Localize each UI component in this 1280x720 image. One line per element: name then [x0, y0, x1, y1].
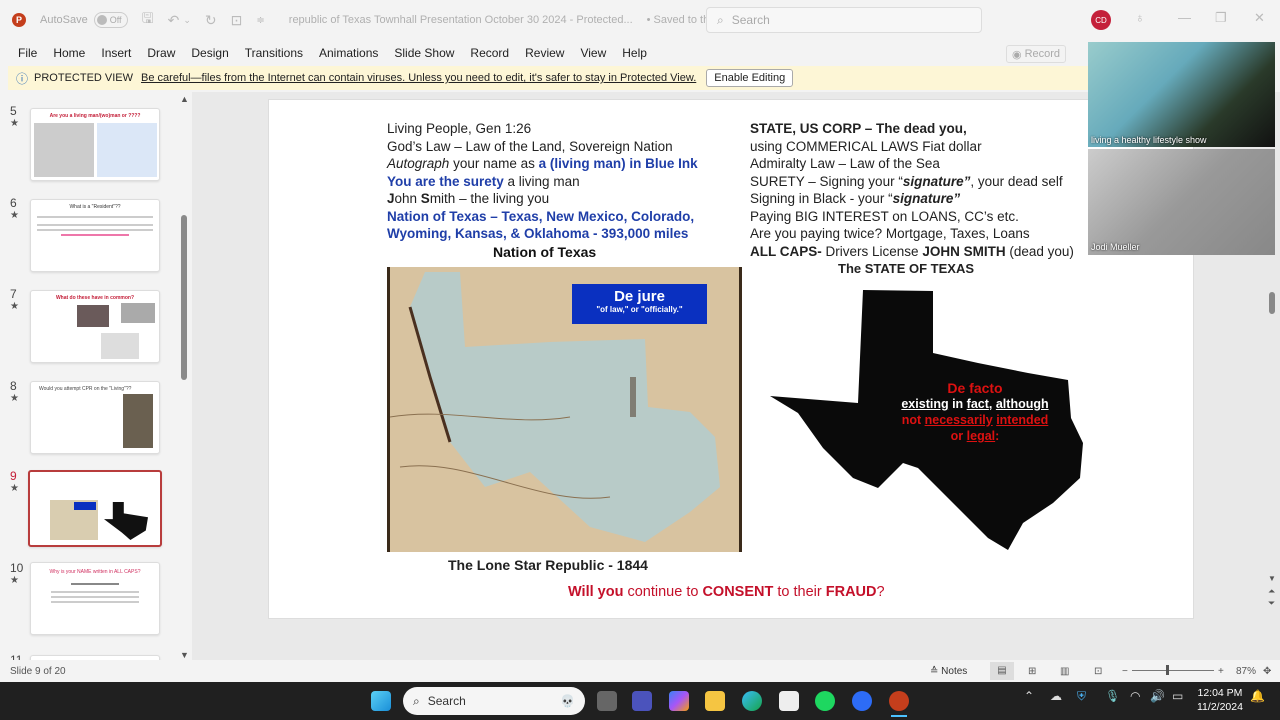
zoom-slider-handle[interactable]: [1166, 665, 1169, 675]
undo-dropdown-icon[interactable]: ⌄: [183, 15, 191, 26]
animation-star-icon: ★: [10, 575, 19, 586]
animation-star-icon: ★: [10, 118, 19, 129]
next-slide-icon[interactable]: ⏷: [1268, 598, 1275, 609]
notes-button[interactable]: ≙ Notes: [930, 666, 967, 677]
present-icon[interactable]: ⊡: [231, 12, 243, 29]
state-corp-text: STATE, US CORP – The dead you, using COM…: [750, 121, 1074, 259]
fit-to-window-icon[interactable]: ✥: [1263, 666, 1271, 677]
zoom-in-button[interactable]: +: [1218, 666, 1224, 677]
taskbar-search[interactable]: ⌕ Search 💀: [403, 687, 585, 715]
scroll-down-icon[interactable]: ▼: [180, 650, 189, 660]
edge-icon[interactable]: [742, 691, 762, 711]
shield-info-icon: ⓘ: [16, 71, 29, 86]
tab-design[interactable]: Design: [183, 46, 236, 60]
record-icon: ◉: [1011, 48, 1022, 61]
tab-record[interactable]: Record: [462, 46, 517, 60]
zoom-app-icon[interactable]: [852, 691, 872, 711]
enable-editing-button[interactable]: Enable Editing: [706, 69, 794, 87]
active-app-indicator: [891, 715, 907, 717]
user-avatar[interactable]: CD: [1091, 10, 1111, 30]
show-hidden-icons-icon[interactable]: ⌃: [1024, 689, 1034, 703]
reading-view-icon[interactable]: ▥: [1060, 666, 1069, 677]
powerpoint-icon: P: [12, 13, 26, 27]
microphone-icon[interactable]: 🎙: [1105, 689, 1120, 703]
slideshow-view-icon[interactable]: ⊡: [1094, 666, 1102, 677]
title-bar: P AutoSave Off 🖫 ↶ ⌄ ↻ ⊡ ≑ republic of T…: [0, 0, 1280, 40]
onedrive-icon[interactable]: ☁: [1050, 689, 1062, 703]
restore-button[interactable]: ❐: [1215, 10, 1227, 26]
lightbulb-icon[interactable]: ♁: [1135, 10, 1145, 25]
day-of-dead-search-highlight-icon: 💀: [560, 694, 575, 708]
state-of-texas-title: The STATE OF TEXAS: [838, 261, 975, 276]
search-icon: ⌕: [413, 693, 420, 708]
tab-home[interactable]: Home: [45, 46, 93, 60]
windows-start-icon[interactable]: [371, 691, 391, 711]
slide-counter: Slide 9 of 20: [10, 665, 66, 677]
previous-slide-icon[interactable]: ⏶: [1268, 586, 1275, 597]
nation-of-texas-title: Nation of Texas: [493, 244, 597, 260]
slide-scrollbar[interactable]: [1269, 292, 1275, 314]
animation-star-icon: ★: [10, 301, 19, 312]
volume-icon[interactable]: 🔊: [1150, 689, 1165, 703]
teams-icon[interactable]: [632, 691, 652, 711]
scroll-down-icon[interactable]: ▼: [1268, 574, 1276, 583]
wifi-icon[interactable]: ◠: [1130, 689, 1140, 703]
slide-thumbnails-pane: ▲ 5 ★ Are you a living man/(wo)man or ??…: [0, 92, 192, 660]
status-bar: Slide 9 of 20 ≙ Notes ▤ ⊞ ▥ ⊡ − + 87% ✥: [0, 660, 1280, 682]
animation-star-icon: ★: [10, 483, 19, 494]
microsoft-store-icon[interactable]: [779, 691, 799, 711]
tab-view[interactable]: View: [572, 46, 614, 60]
record-button[interactable]: ◉ Record: [1006, 45, 1066, 63]
protected-view-message[interactable]: Be careful—files from the Internet can c…: [141, 72, 696, 84]
spotify-icon[interactable]: [815, 691, 835, 711]
document-title: republic of Texas Townhall Presentation …: [288, 14, 633, 26]
protected-view-bar: ⓘ PROTECTED VIEW Be careful—files from t…: [8, 66, 1088, 90]
tab-slide-show[interactable]: Slide Show: [386, 46, 462, 60]
thumbnails-scrollbar[interactable]: [181, 215, 187, 380]
tab-file[interactable]: File: [0, 46, 45, 60]
animation-star-icon: ★: [10, 210, 19, 221]
minimize-button[interactable]: —: [1178, 10, 1191, 25]
de-facto-label: De facto existing in fact, although not …: [901, 380, 1049, 443]
task-view-icon[interactable]: [597, 691, 617, 711]
autosave-label: AutoSave: [40, 14, 88, 26]
autosave-toggle[interactable]: Off: [93, 12, 128, 28]
search-input[interactable]: ⌕ Search: [706, 7, 982, 33]
undo-icon[interactable]: ↶: [168, 12, 180, 29]
redo-icon[interactable]: ↻: [205, 12, 217, 29]
consent-question: Will you continue to CONSENT to their FR…: [568, 584, 885, 600]
search-icon: ⌕: [717, 12, 724, 27]
notification-bell-icon[interactable]: 🔔: [1250, 689, 1265, 703]
save-icon[interactable]: 🖫: [142, 8, 154, 32]
powerpoint-taskbar-icon[interactable]: [889, 691, 909, 711]
participant-name: Jodi Mueller: [1091, 242, 1140, 252]
tab-insert[interactable]: Insert: [93, 46, 139, 60]
tab-transitions[interactable]: Transitions: [237, 46, 311, 60]
close-button[interactable]: ✕: [1254, 10, 1265, 26]
customize-qat-icon[interactable]: ≑: [256, 15, 264, 26]
file-explorer-icon[interactable]: [705, 691, 725, 711]
video-tile-host[interactable]: living a healthy lifestyle show: [1088, 42, 1275, 147]
slide-sorter-icon[interactable]: ⊞: [1028, 666, 1036, 677]
tab-help[interactable]: Help: [614, 46, 655, 60]
battery-icon[interactable]: ▭: [1172, 689, 1183, 703]
zoom-level[interactable]: 87%: [1236, 666, 1256, 677]
tab-animations[interactable]: Animations: [311, 46, 386, 60]
de-jure-label: De jure "of law," or "officially.": [572, 284, 707, 324]
system-clock[interactable]: 12:04 PM 11/2/2024: [1197, 686, 1243, 714]
zoom-slider[interactable]: [1132, 670, 1214, 671]
defender-warning-icon[interactable]: ⛨: [1077, 689, 1086, 704]
video-tile-guest[interactable]: Jodi Mueller: [1088, 149, 1275, 255]
lone-star-republic-caption: The Lone Star Republic - 1844: [448, 557, 648, 573]
normal-view-icon[interactable]: ▤: [990, 662, 1014, 680]
scroll-up-icon[interactable]: ▲: [180, 94, 189, 104]
copilot-icon[interactable]: [669, 691, 689, 711]
animation-star-icon: ★: [10, 393, 19, 404]
protected-view-label: PROTECTED VIEW: [34, 72, 134, 84]
living-people-text: Living People, Gen 1:26 God’s Law – Law …: [387, 121, 698, 241]
zoom-out-button[interactable]: −: [1122, 666, 1128, 677]
tab-review[interactable]: Review: [517, 46, 572, 60]
participant-name: living a healthy lifestyle show: [1091, 135, 1207, 145]
tab-draw[interactable]: Draw: [139, 46, 183, 60]
